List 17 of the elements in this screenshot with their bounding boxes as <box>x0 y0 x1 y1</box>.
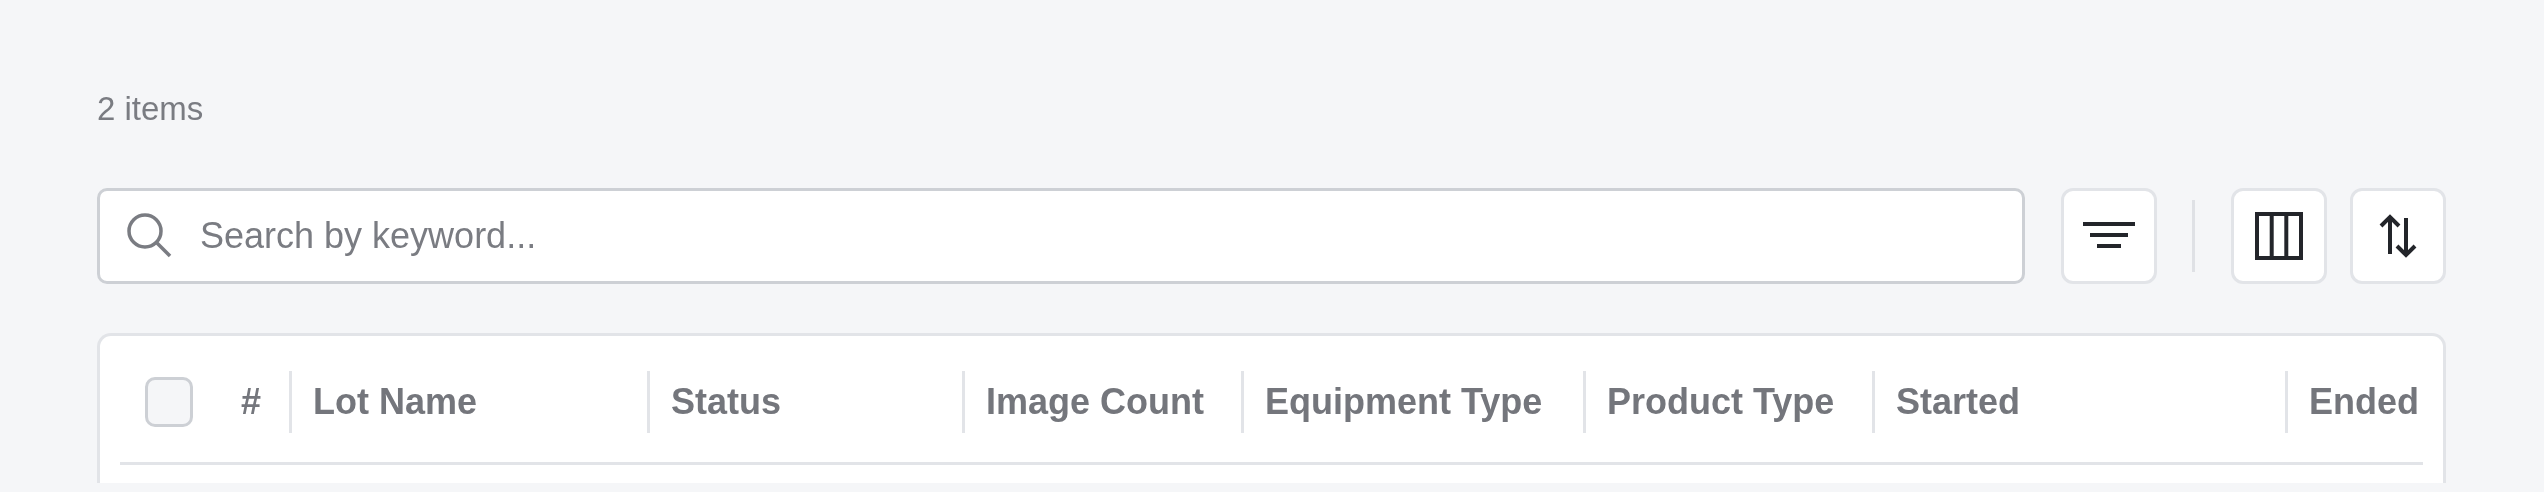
filter-button[interactable] <box>2061 188 2157 284</box>
filter-icon <box>2082 221 2136 251</box>
column-header[interactable]: Image Count <box>986 375 1204 429</box>
column-header[interactable]: Started <box>1896 375 2021 429</box>
sort-icon <box>2378 214 2418 258</box>
column-header[interactable]: # <box>241 375 262 429</box>
column-header[interactable]: Ended <box>2309 375 2419 429</box>
columns-button[interactable] <box>2231 188 2327 284</box>
sort-button[interactable] <box>2350 188 2446 284</box>
columns-icon <box>2255 212 2303 260</box>
column-header[interactable]: Product Type <box>1607 375 1835 429</box>
column-header[interactable]: Equipment Type <box>1265 375 1543 429</box>
column-header[interactable]: Status <box>671 375 782 429</box>
select-all-checkbox[interactable] <box>145 377 193 427</box>
item-count: 2 items <box>97 92 205 129</box>
search-field[interactable]: Search by keyword... <box>97 188 2025 284</box>
column-header[interactable]: Lot Name <box>313 375 478 429</box>
